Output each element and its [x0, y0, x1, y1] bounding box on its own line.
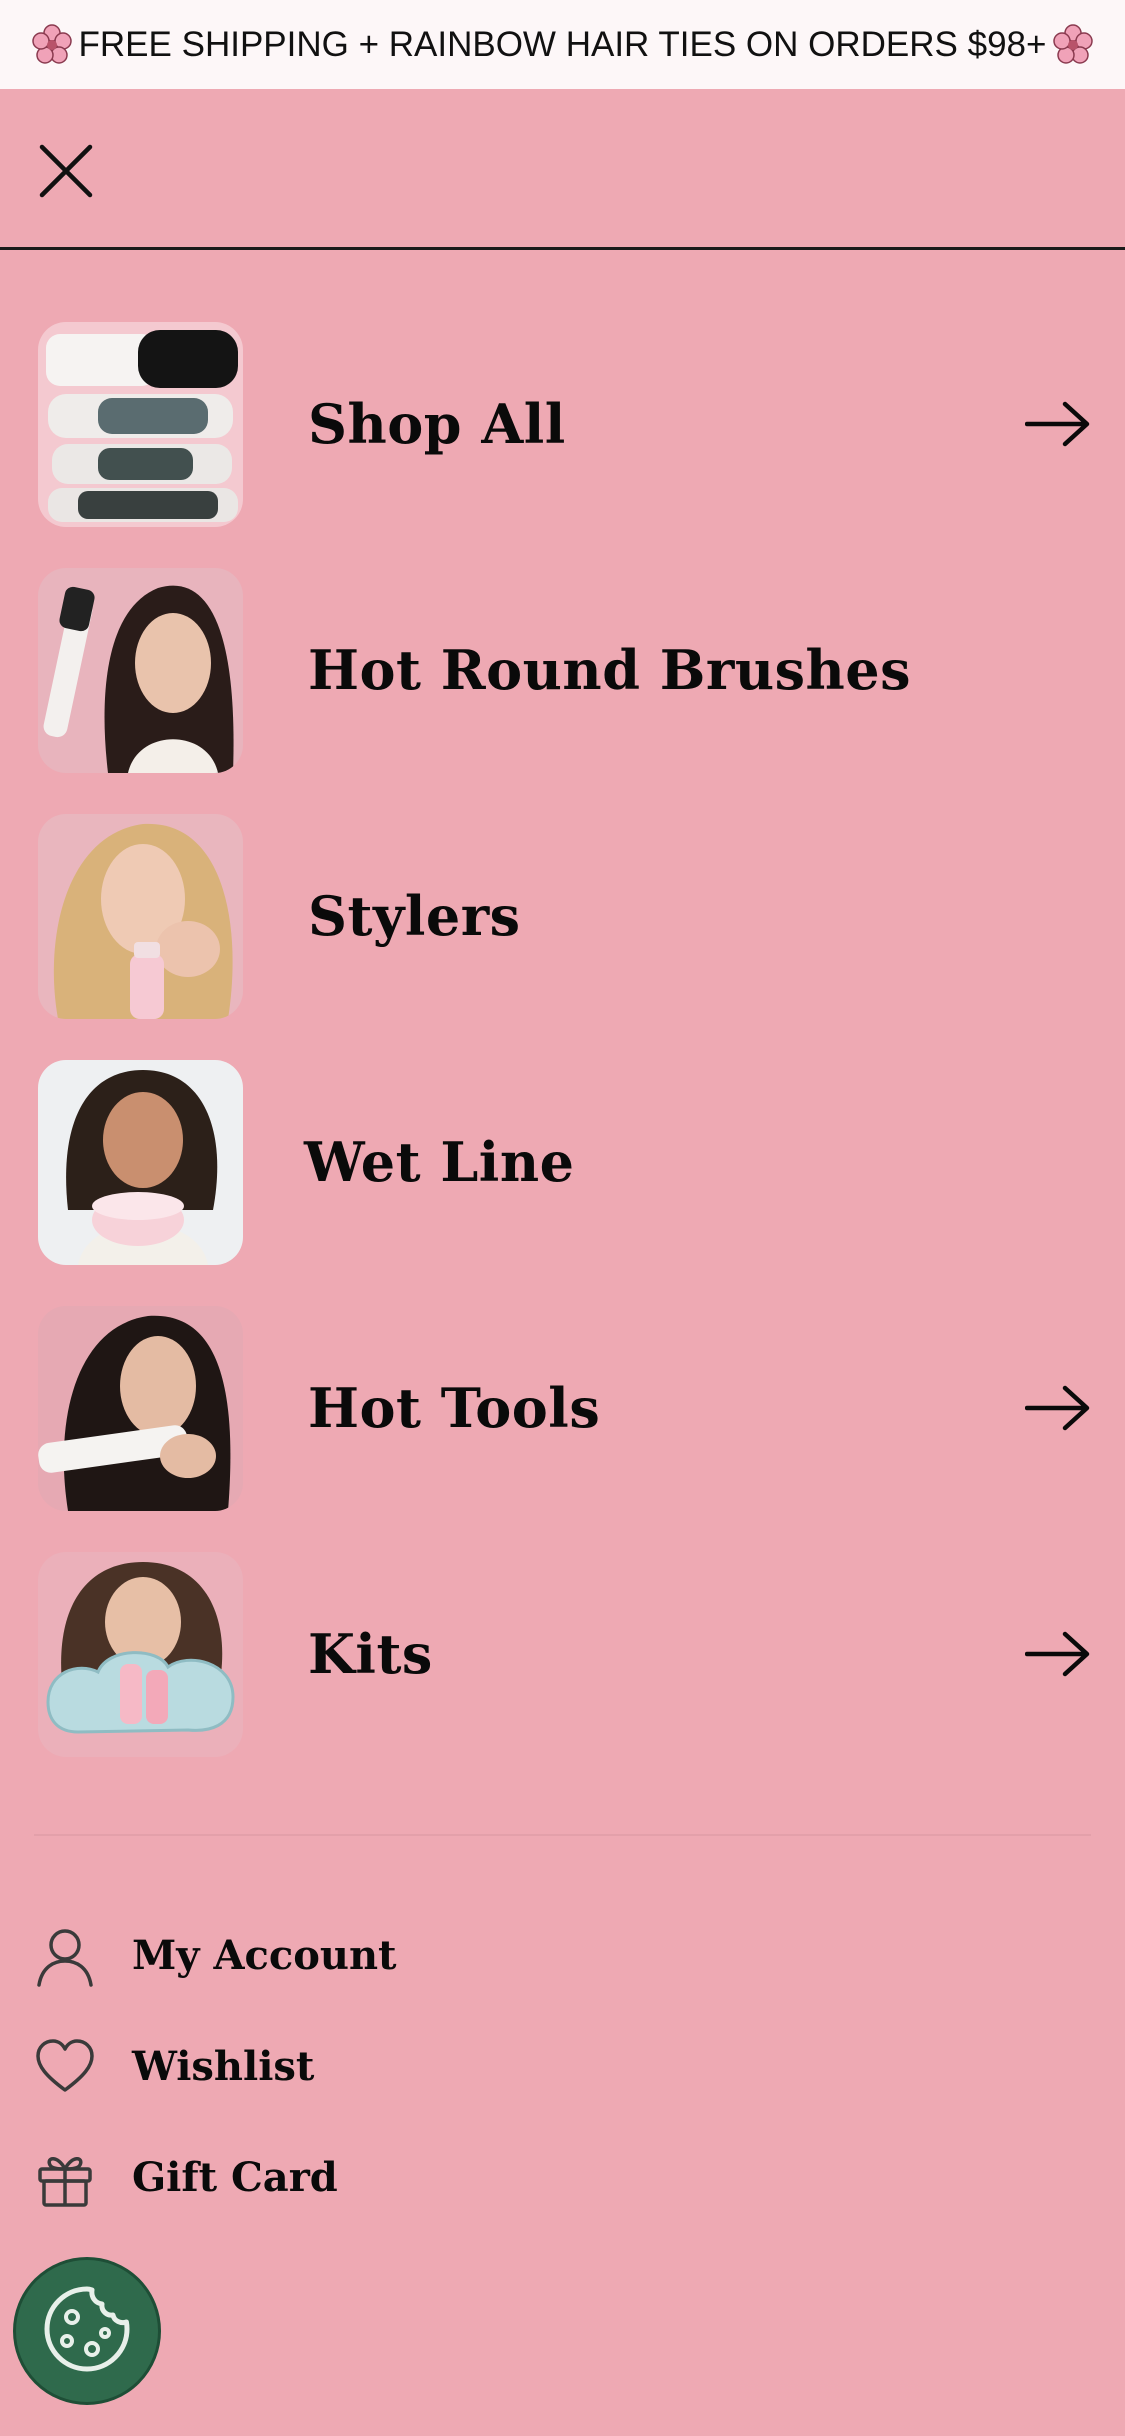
hot-round-brushes-thumbnail	[38, 568, 243, 773]
arrow-right-icon[interactable]	[1024, 400, 1091, 448]
wishlist-label: Wishlist	[132, 2043, 315, 2090]
hot-tools-thumbnail	[38, 1306, 243, 1511]
nav-item-kits[interactable]: Kits	[0, 1552, 1125, 1798]
cookie-settings-button[interactable]	[13, 2257, 161, 2405]
announcement-bar: FREE SHIPPING + RAINBOW HAIR TIES ON ORD…	[0, 0, 1125, 89]
gift-card-label: Gift Card	[132, 2154, 338, 2201]
close-icon[interactable]	[36, 141, 96, 201]
shop-all-thumbnail	[38, 322, 243, 527]
category-nav: Shop All Hot Round Brushes Stylers Wet L…	[0, 322, 1125, 1798]
announcement-text: FREE SHIPPING + RAINBOW HAIR TIES ON ORD…	[78, 24, 1047, 64]
cookie-icon	[37, 2279, 137, 2383]
nav-item-stylers[interactable]: Stylers	[0, 814, 1125, 1060]
gift-card-link[interactable]: Gift Card	[0, 2122, 1125, 2233]
my-account-link[interactable]: My Account	[0, 1900, 1125, 2011]
nav-item-wet-line[interactable]: Wet Line	[0, 1060, 1125, 1306]
gift-icon	[34, 2147, 96, 2209]
nav-label: Kits	[308, 1622, 433, 1686]
flower-icon	[29, 22, 75, 68]
my-account-label: My Account	[132, 1932, 397, 1979]
user-icon	[34, 1925, 96, 1987]
wishlist-link[interactable]: Wishlist	[0, 2011, 1125, 2122]
nav-label: Hot Round Brushes	[308, 638, 912, 702]
nav-item-hot-round-brushes[interactable]: Hot Round Brushes	[0, 568, 1125, 814]
nav-label: Hot Tools	[308, 1376, 601, 1440]
nav-label: Shop All	[308, 392, 566, 456]
section-divider	[34, 1834, 1091, 1836]
nav-item-shop-all[interactable]: Shop All	[0, 322, 1125, 568]
nav-item-hot-tools[interactable]: Hot Tools	[0, 1306, 1125, 1552]
utility-links: My Account Wishlist Gift Card	[0, 1900, 1125, 2233]
kits-thumbnail	[38, 1552, 243, 1757]
arrow-right-icon[interactable]	[1024, 1384, 1091, 1432]
nav-label: Wet Line	[304, 1130, 575, 1194]
menu-header	[0, 89, 1125, 250]
stylers-thumbnail	[38, 814, 243, 1019]
wet-line-thumbnail	[38, 1060, 243, 1265]
arrow-right-icon[interactable]	[1024, 1630, 1091, 1678]
flower-icon	[1050, 22, 1096, 68]
nav-label: Stylers	[308, 884, 521, 948]
heart-icon	[34, 2036, 96, 2098]
